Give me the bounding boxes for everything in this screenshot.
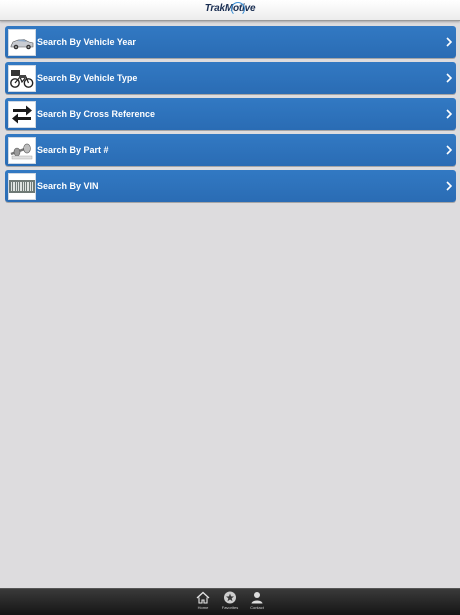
- tab-label: Home: [197, 605, 209, 610]
- car-icon: [8, 29, 36, 56]
- motorcycle-icon: [8, 65, 36, 92]
- tab-label: Favorites: [221, 605, 239, 610]
- menu-item-label: Search By VIN: [37, 181, 99, 191]
- chevron-right-icon: [446, 109, 452, 119]
- barcode-icon: [8, 173, 36, 200]
- star-icon: [224, 591, 236, 604]
- logo-ring-icon: [231, 2, 245, 16]
- menu-item-label: Search By Part #: [37, 145, 109, 155]
- menu-item-vehicle-year[interactable]: Search By Vehicle Year: [5, 26, 456, 58]
- chevron-right-icon: [446, 37, 452, 47]
- app-logo: TrakMotive: [204, 3, 256, 14]
- menu-item-label: Search By Vehicle Year: [37, 37, 136, 47]
- menu-item-part-number[interactable]: Search By Part #: [5, 134, 456, 166]
- chevron-right-icon: [446, 145, 452, 155]
- tab-home[interactable]: Home: [188, 591, 218, 615]
- tab-favorites[interactable]: Favorites: [215, 591, 245, 615]
- menu-item-vin[interactable]: Search By VIN: [5, 170, 456, 202]
- menu-item-cross-reference[interactable]: Search By Cross Reference: [5, 98, 456, 130]
- search-menu: Search By Vehicle Year Search By Vehicle…: [5, 26, 456, 206]
- axle-part-icon: [8, 137, 36, 164]
- tab-label: Contact: [250, 605, 264, 610]
- menu-item-vehicle-type[interactable]: Search By Vehicle Type: [5, 62, 456, 94]
- header-bar: TrakMotive: [0, 0, 460, 21]
- swap-arrows-icon: [8, 101, 36, 128]
- tab-contact[interactable]: Contact: [242, 591, 272, 615]
- menu-item-label: Search By Vehicle Type: [37, 73, 138, 83]
- menu-item-label: Search By Cross Reference: [37, 109, 156, 119]
- chevron-right-icon: [446, 73, 452, 83]
- chevron-right-icon: [446, 181, 452, 191]
- bottom-tab-bar: Home Favorites Contact: [0, 588, 460, 615]
- home-icon: [196, 591, 210, 604]
- person-icon: [251, 592, 263, 604]
